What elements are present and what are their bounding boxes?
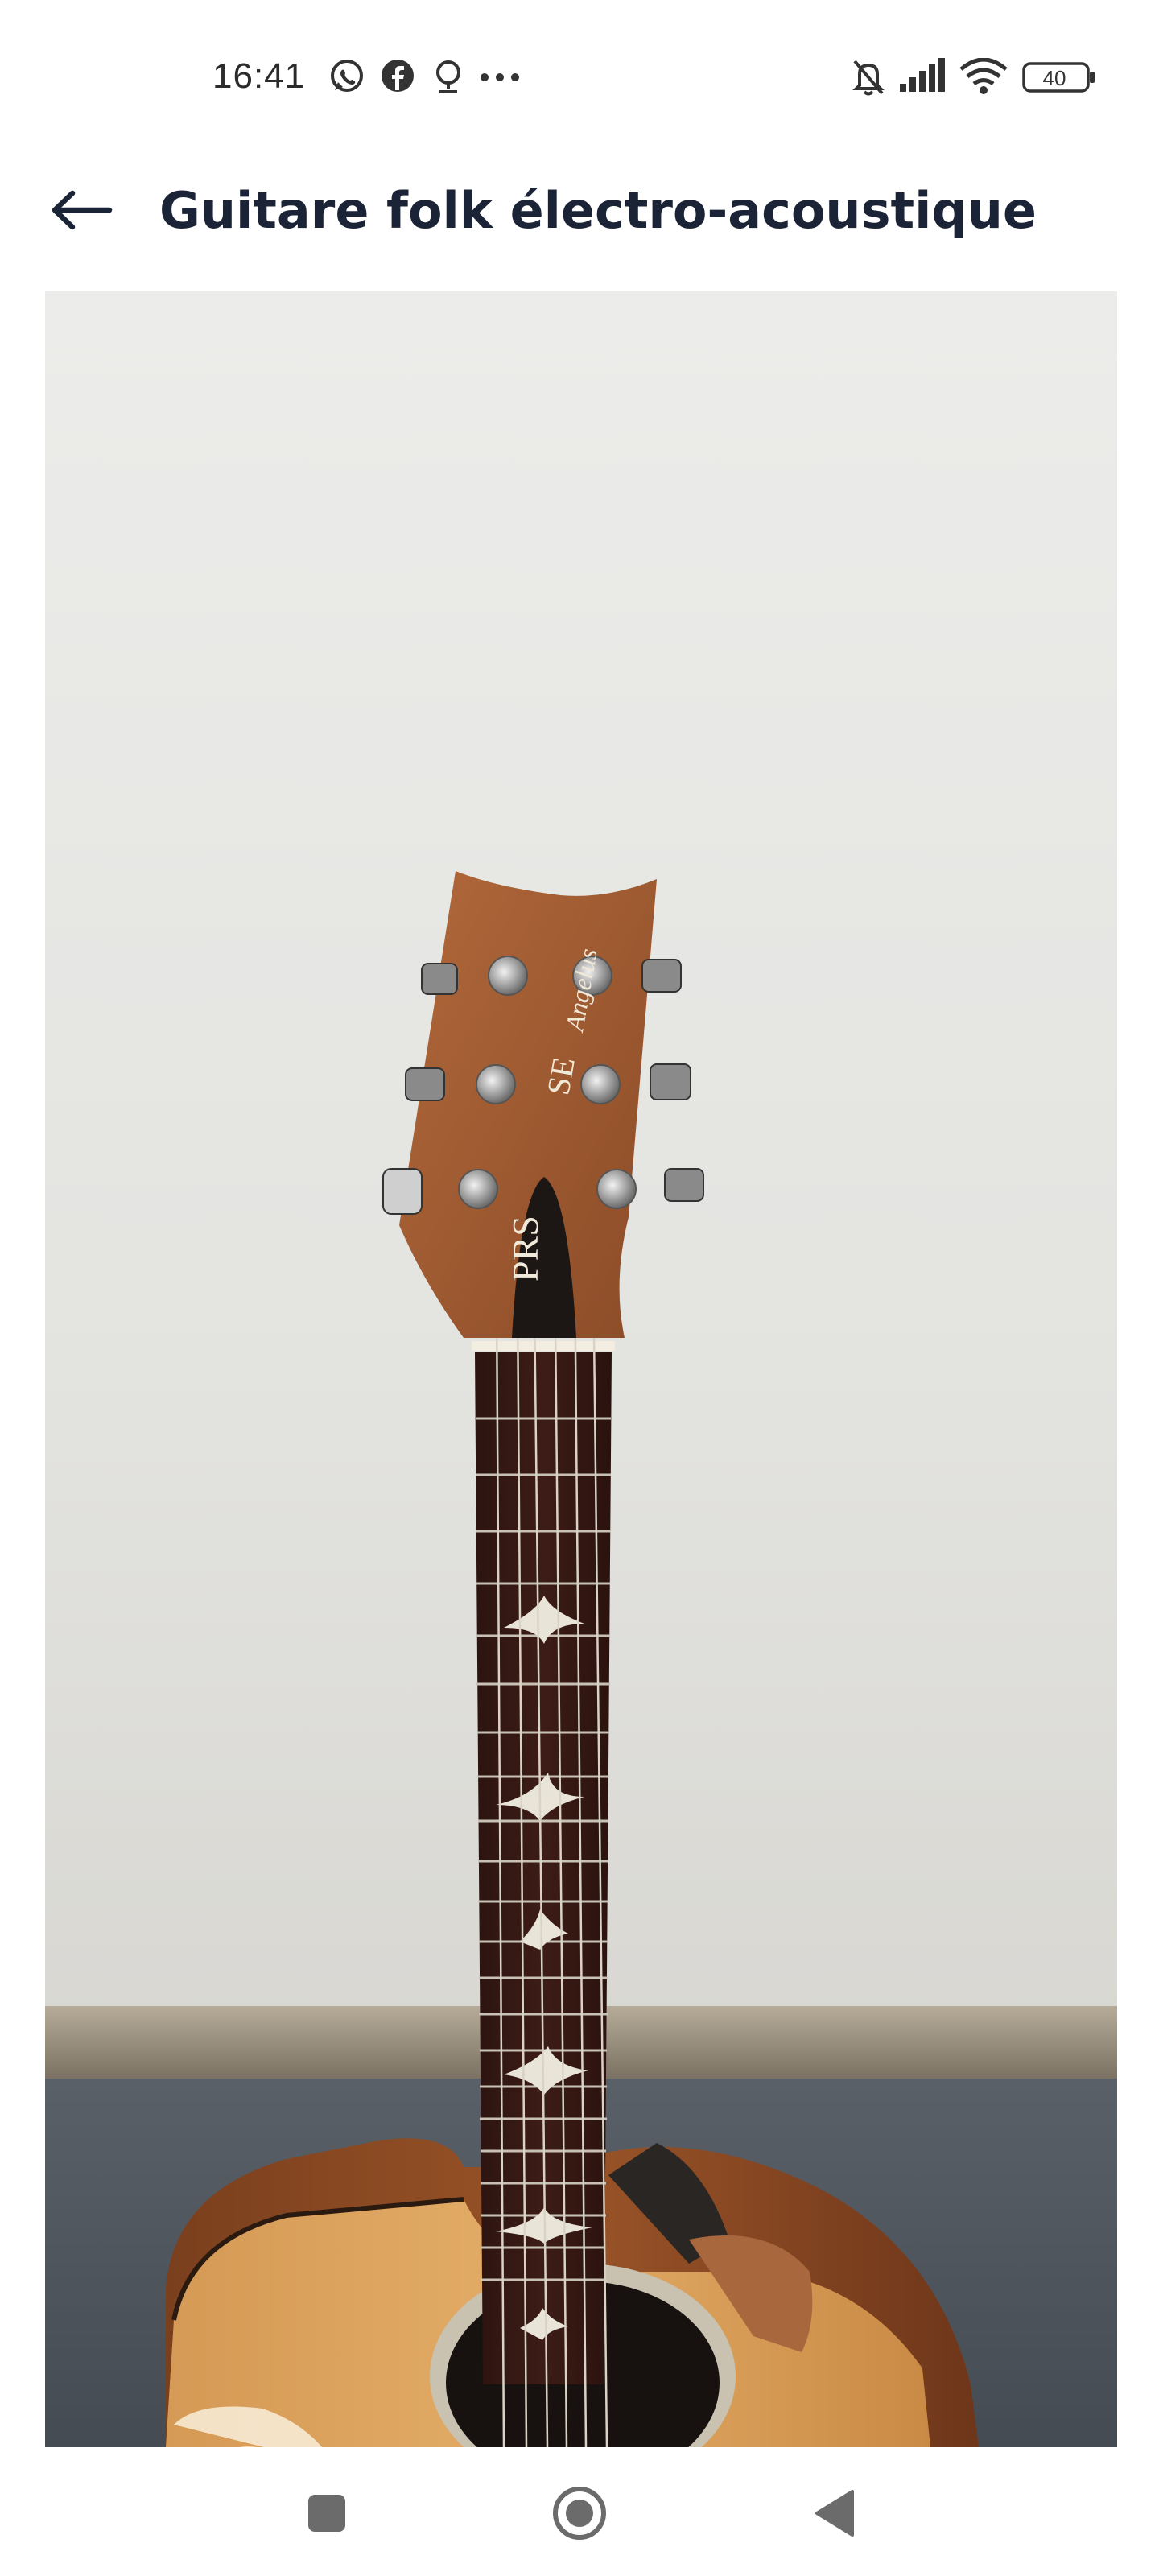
system-nav-bar bbox=[0, 2447, 1159, 2576]
product-photo[interactable]: PRS SE Angelus bbox=[45, 291, 1117, 2447]
back-triangle-icon bbox=[812, 2488, 856, 2541]
mute-bell-icon bbox=[850, 58, 887, 100]
status-time: 16:41 bbox=[212, 56, 306, 96]
arrow-left-icon bbox=[50, 190, 113, 233]
headstock-logo-text: PRS bbox=[505, 1216, 546, 1282]
headstock-model-text: SE bbox=[540, 1055, 582, 1098]
whatsapp-icon bbox=[328, 58, 365, 98]
status-bar: 16:41 40 bbox=[0, 0, 1159, 153]
more-dots-icon bbox=[480, 71, 520, 86]
signal-icon bbox=[898, 58, 948, 97]
facebook-icon bbox=[380, 58, 415, 97]
wifi-icon bbox=[959, 57, 1008, 98]
back-button[interactable] bbox=[37, 167, 126, 256]
system-back-button[interactable] bbox=[802, 2483, 866, 2547]
location-bubble-icon bbox=[431, 58, 465, 98]
home-button[interactable] bbox=[547, 2483, 612, 2547]
recents-button[interactable] bbox=[295, 2483, 359, 2547]
recents-square-icon bbox=[307, 2493, 347, 2537]
page-title: Guitare folk électro-acoustique bbox=[159, 181, 1037, 240]
guitar-photo-illustration: PRS SE Angelus bbox=[45, 291, 1117, 2447]
home-circle-icon bbox=[551, 2484, 608, 2545]
battery-level: 40 bbox=[1042, 66, 1066, 90]
app-bar: Guitare folk électro-acoustique bbox=[0, 153, 1159, 290]
